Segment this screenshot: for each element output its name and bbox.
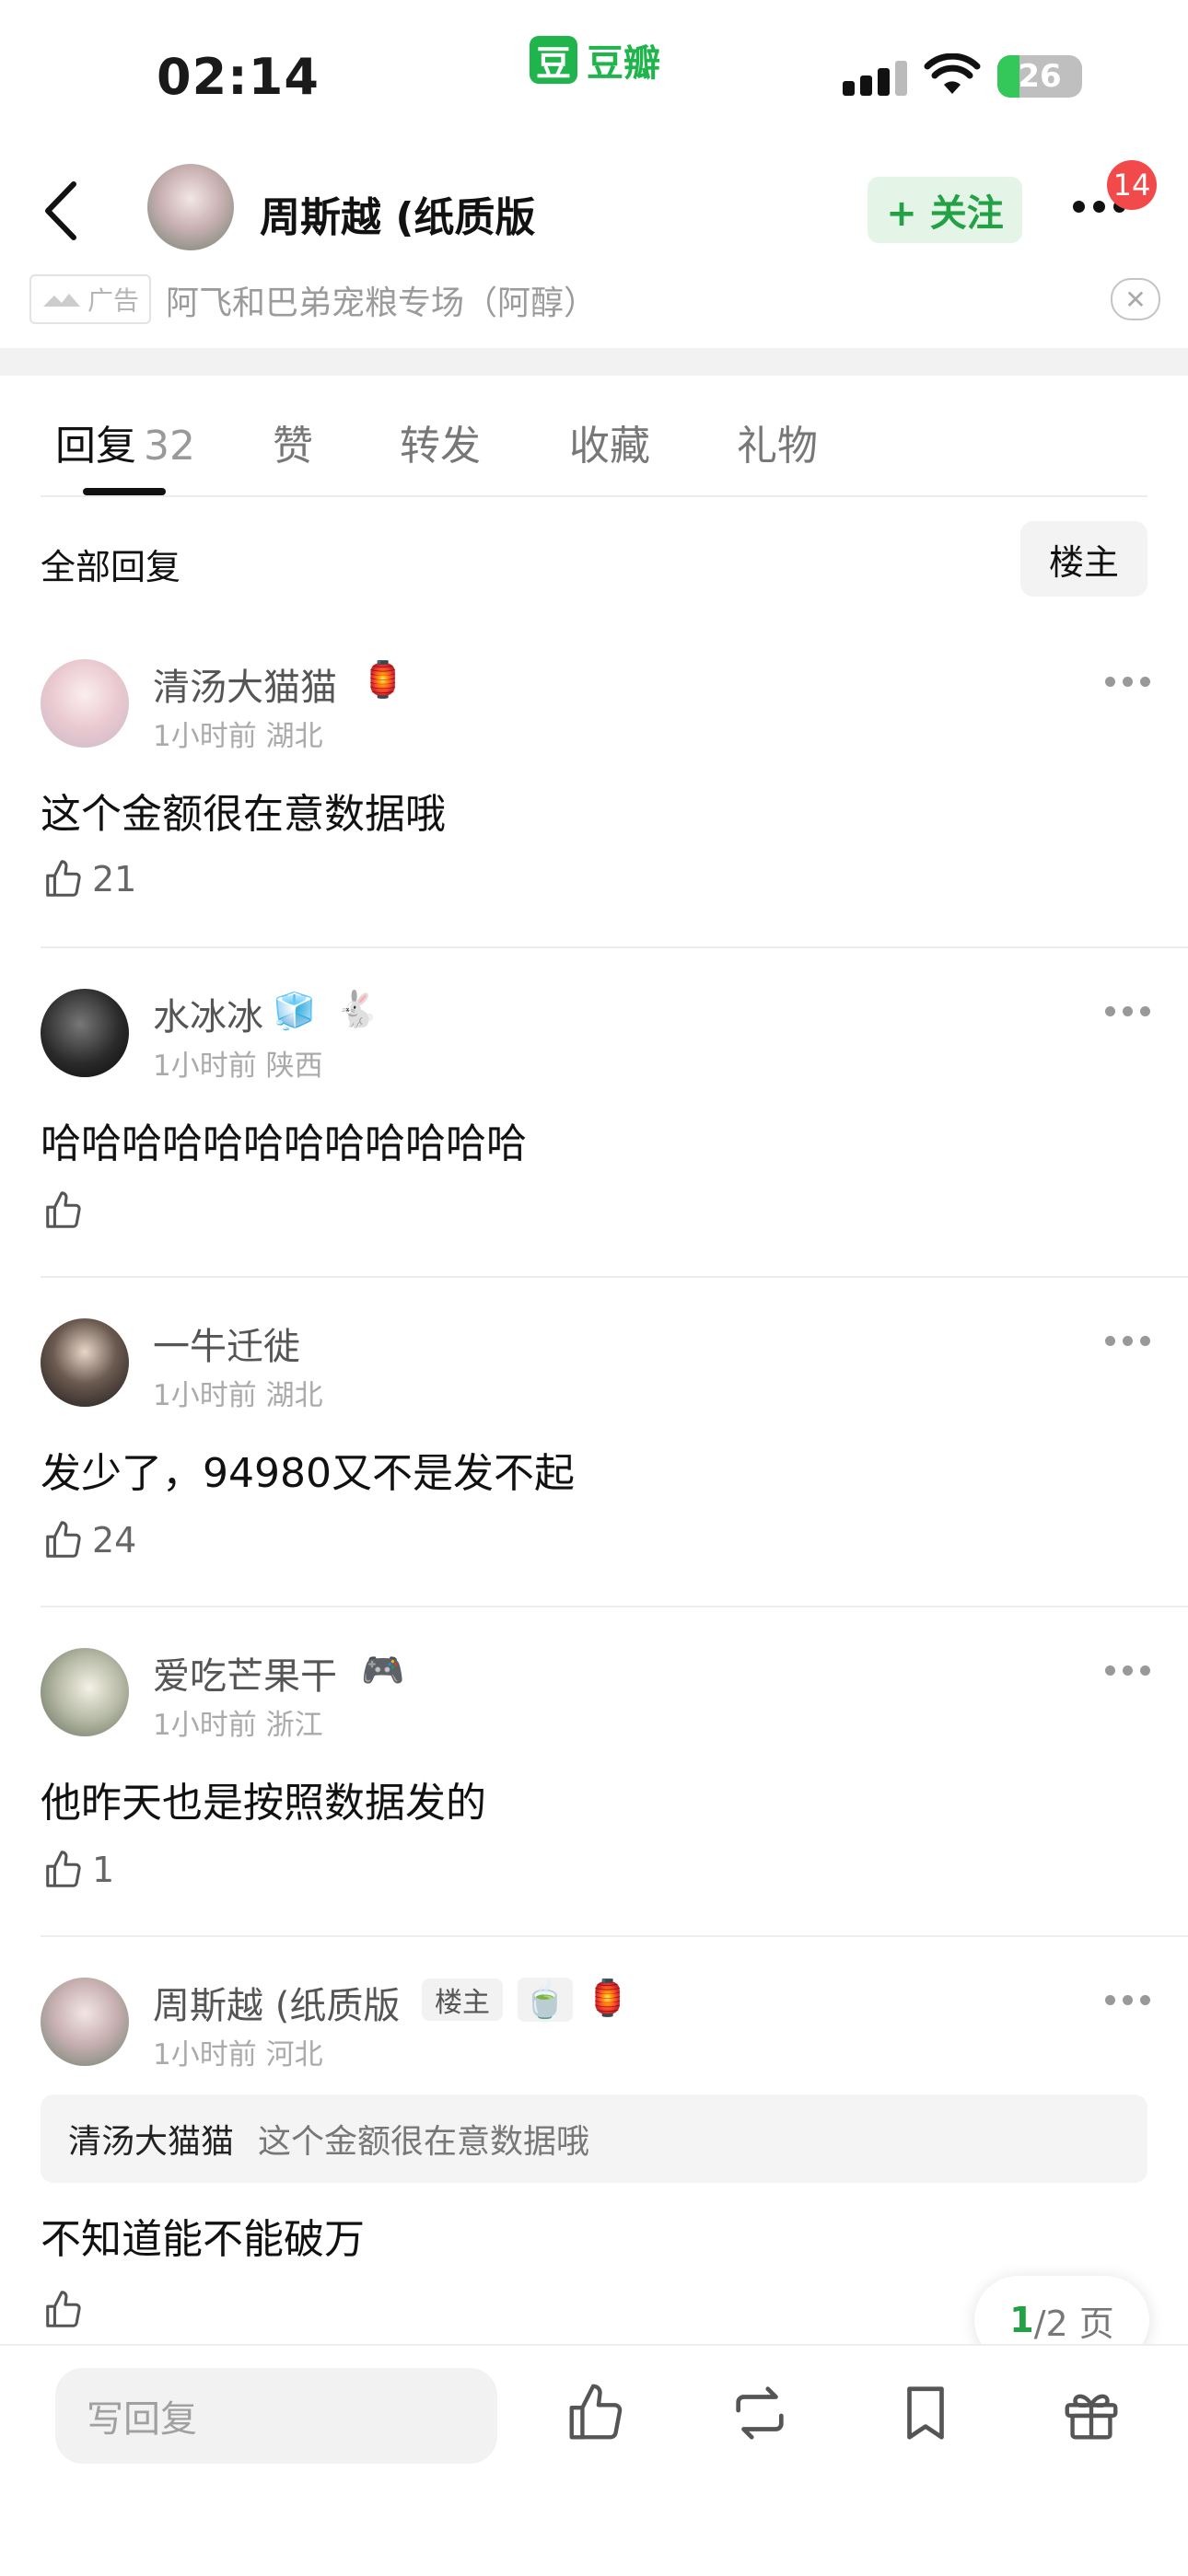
thumb-up-icon — [46, 1521, 81, 1558]
notification-badge: 14 — [1107, 160, 1157, 210]
comment-text: 哈哈哈哈哈哈哈哈哈哈哈哈 — [41, 1120, 527, 1167]
gameboy-badge-icon: 🎮 — [361, 1649, 405, 1690]
comment-divider — [41, 1276, 1188, 1278]
comment-more-icon[interactable] — [1105, 1006, 1150, 1016]
comment-meta: 1小时前 浙江 — [153, 1709, 323, 1742]
comment-more-icon[interactable] — [1105, 1665, 1150, 1676]
thumb-up-icon — [46, 2291, 81, 2327]
back-icon[interactable] — [39, 177, 85, 249]
thumb-up-icon — [46, 1191, 81, 1228]
comment-meta: 1小时前 河北 — [153, 2038, 323, 2071]
thumb-up-icon — [46, 860, 81, 897]
comment-meta: 1小时前 湖北 — [153, 1379, 323, 1412]
comment-divider — [41, 1935, 1188, 1937]
battery-icon: 26 — [997, 55, 1082, 98]
like-button[interactable] — [42, 1189, 92, 1232]
comment-divider — [41, 1606, 1188, 1607]
avatar[interactable] — [41, 989, 129, 1077]
op-only-button[interactable]: 楼主 — [1020, 521, 1147, 597]
avatar[interactable] — [41, 659, 129, 748]
status-time: 02:14 — [157, 48, 320, 106]
quoted-text: 这个金额很在意数据哦 — [258, 2123, 590, 2161]
rabbit-badge-icon: 🐇 — [335, 988, 379, 1029]
tab-likes[interactable]: 赞 — [273, 412, 313, 471]
lantern-badge-icon: 🏮 — [361, 658, 405, 700]
all-replies-label: 全部回复 — [41, 547, 181, 587]
comment-more-icon[interactable] — [1105, 1336, 1150, 1346]
gift-icon[interactable] — [1059, 2381, 1124, 2449]
ad-close-icon[interactable]: ✕ — [1111, 278, 1160, 320]
active-tab-indicator — [83, 488, 166, 495]
tab-collects[interactable]: 收藏 — [569, 412, 650, 471]
thumb-up-icon — [46, 1851, 81, 1887]
follow-button[interactable]: + 关注 — [868, 177, 1022, 243]
like-button[interactable]: 24 — [42, 1519, 136, 1561]
tea-badge-icon: 🍵 — [518, 1978, 573, 2022]
comment-username[interactable]: 清汤大猫猫 — [153, 657, 337, 711]
avatar[interactable] — [41, 1318, 129, 1407]
tab-gifts[interactable]: 礼物 — [737, 412, 818, 471]
like-post-icon[interactable] — [564, 2381, 628, 2449]
comment-text: 发少了，94980又不是发不起 — [41, 1450, 575, 1497]
comment-username[interactable]: 水冰冰 — [153, 987, 263, 1040]
comment-username[interactable]: 周斯越 (纸质版 — [153, 1976, 400, 2029]
avatar[interactable] — [41, 1978, 129, 2066]
section-separator — [0, 348, 1188, 376]
quoted-username: 清汤大猫猫 — [68, 2123, 235, 2161]
like-button[interactable]: 1 — [42, 1849, 114, 1891]
quoted-reply[interactable]: 清汤大猫猫 这个金额很在意数据哦 — [41, 2094, 1147, 2183]
avatar[interactable] — [41, 1648, 129, 1736]
author-avatar[interactable] — [147, 164, 234, 250]
lantern-badge-icon: 🏮 — [586, 1977, 630, 2018]
douban-logo-icon: 豆 — [530, 36, 577, 84]
comment-more-icon[interactable] — [1105, 1995, 1150, 2005]
comment-text: 这个金额很在意数据哦 — [41, 791, 446, 838]
wifi-icon — [924, 52, 981, 99]
comment-text: 他昨天也是按照数据发的 — [41, 1780, 486, 1827]
comment-divider — [41, 946, 1188, 948]
app-indicator: 豆 豆瓣 — [530, 33, 660, 87]
comment-meta: 1小时前 陕西 — [153, 1050, 323, 1083]
tab-reshares[interactable]: 转发 — [400, 412, 481, 471]
like-button[interactable] — [42, 2289, 92, 2331]
comment-text: 不知道能不能破万 — [41, 2216, 365, 2263]
ad-logo-icon — [42, 294, 80, 307]
ice-cube-icon: 🧊 — [273, 990, 317, 1031]
op-tag: 楼主 — [422, 1978, 503, 2021]
comment-more-icon[interactable] — [1105, 677, 1150, 687]
comment-username[interactable]: 一牛迁徙 — [153, 1317, 300, 1370]
like-button[interactable]: 21 — [42, 858, 136, 900]
reply-input[interactable]: 写回复 — [55, 2368, 497, 2464]
tab-divider — [41, 495, 1147, 497]
comment-username[interactable]: 爱吃芒果干 — [153, 1646, 337, 1700]
ad-text[interactable]: 阿飞和巴弟宠粮专场（阿醇） — [166, 276, 597, 324]
page-title[interactable]: 周斯越 (纸质版 — [260, 184, 535, 243]
tab-replies[interactable]: 回复 32 — [55, 412, 195, 471]
comment-meta: 1小时前 湖北 — [153, 720, 323, 753]
app-name: 豆瓣 — [587, 42, 660, 85]
ad-label: 广告 — [29, 274, 151, 324]
signal-icon — [843, 61, 907, 96]
reshare-icon[interactable] — [728, 2381, 792, 2449]
bookmark-icon[interactable] — [893, 2381, 958, 2449]
